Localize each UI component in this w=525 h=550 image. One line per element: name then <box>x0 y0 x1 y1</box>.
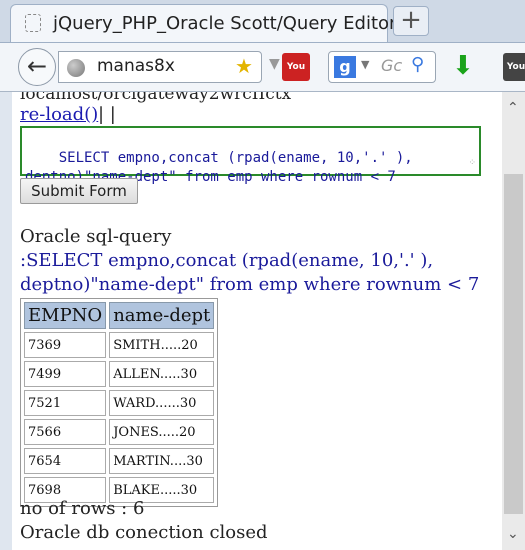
cell-empno: 7566 <box>24 419 107 445</box>
google-icon[interactable]: g <box>334 56 356 78</box>
cell-empno: 7654 <box>24 448 107 474</box>
page-content: localhost/orclgateway2wrcIIctx re-load()… <box>12 92 502 550</box>
table-row: 7499 ALLEN.....30 <box>24 361 215 387</box>
section-title: Oracle sql-query <box>20 226 172 247</box>
page-favicon-icon <box>25 14 41 32</box>
new-tab-button[interactable]: + <box>393 6 429 36</box>
url-text[interactable]: manas8x <box>97 56 175 76</box>
connection-status-text: Oracle db conection closed <box>20 522 268 543</box>
youtube-addon-icon[interactable]: You <box>282 53 310 81</box>
search-input[interactable]: Gc <box>381 56 402 75</box>
submit-button[interactable]: Submit Form <box>20 178 138 204</box>
cell-name-dept: MARTIN....30 <box>109 448 215 474</box>
tab-title: jQuery_PHP_Oracle Scott/Query Editor <box>53 13 397 34</box>
url-dropdown-icon[interactable]: ▼ <box>269 56 280 72</box>
link-separator: | | <box>98 104 116 125</box>
navigation-bar: ← manas8x ★ ▼ ↻ You g ▼ Gc ⚲ ⬇ You <box>0 42 525 92</box>
globe-icon <box>67 59 85 77</box>
resize-grip-icon[interactable]: ⁘ <box>468 154 476 173</box>
vertical-scrollbar[interactable]: ⌃ ⌄ <box>502 92 525 550</box>
partial-url-text: localhost/orclgateway2wrcIIctx <box>20 92 292 104</box>
table-header-row: EMPNO name-dept <box>24 302 215 329</box>
cell-empno: 7499 <box>24 361 107 387</box>
table-row: 7654 MARTIN....30 <box>24 448 215 474</box>
address-bar[interactable]: manas8x ★ ▼ ↻ <box>58 51 308 86</box>
bookmark-star-icon[interactable]: ★ <box>235 54 253 78</box>
search-box[interactable]: g ▼ Gc ⚲ <box>328 51 436 83</box>
cell-empno: 7369 <box>24 332 107 358</box>
tab-strip: jQuery_PHP_Oracle Scott/Query Editor + <box>0 0 525 42</box>
reload-link[interactable]: re-load() <box>20 104 98 125</box>
table-row: 7369 SMITH.....20 <box>24 332 215 358</box>
sql-echo-text: :SELECT empno,concat (rpad(ename, 10,'.'… <box>20 250 480 295</box>
query-textarea[interactable]: SELECT empno,concat (rpad(ename, 10,'.' … <box>20 126 481 185</box>
browser-tab[interactable]: jQuery_PHP_Oracle Scott/Query Editor <box>10 4 396 42</box>
cell-name-dept: SMITH.....20 <box>109 332 215 358</box>
cell-empno: 7521 <box>24 390 107 416</box>
download-arrow-icon[interactable]: ⬇ <box>452 51 474 81</box>
column-header-name-dept: name-dept <box>109 302 215 329</box>
cell-name-dept: WARD......30 <box>109 390 215 416</box>
search-icon[interactable]: ⚲ <box>411 54 424 75</box>
table-row: 7521 WARD......30 <box>24 390 215 416</box>
result-table: EMPNO name-dept 7369 SMITH.....20 7499 A… <box>20 298 219 507</box>
search-engine-dropdown-icon[interactable]: ▼ <box>361 58 369 71</box>
back-button[interactable]: ← <box>18 48 56 86</box>
column-header-empno: EMPNO <box>24 302 107 329</box>
youtube-addon-2-icon[interactable]: You <box>503 53 525 81</box>
cell-name-dept: JONES.....20 <box>109 419 215 445</box>
scroll-down-icon[interactable]: ⌄ <box>507 526 519 542</box>
row-count-text: no of rows : 6 <box>20 498 145 519</box>
scrollbar-thumb[interactable] <box>504 174 523 514</box>
scroll-up-icon[interactable]: ⌃ <box>507 100 519 116</box>
table-row: 7566 JONES.....20 <box>24 419 215 445</box>
cell-name-dept: ALLEN.....30 <box>109 361 215 387</box>
